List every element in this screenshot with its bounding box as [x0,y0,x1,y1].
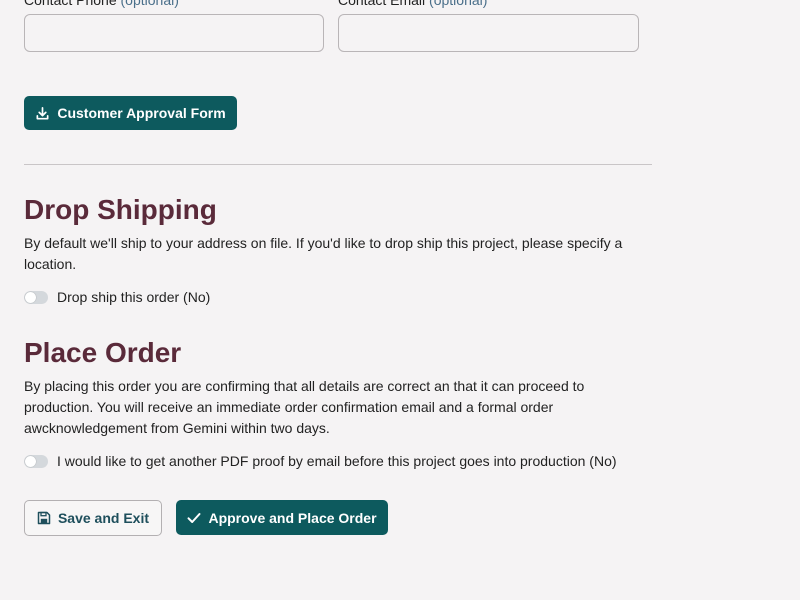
place-order-heading: Place Order [24,337,182,368]
optional-tag: (optional) [120,0,179,8]
drop-ship-toggle-label: Drop ship this order (No) [57,289,211,305]
contact-phone-label: Contact Phone (optional) [24,0,179,8]
toggle-knob [25,291,36,303]
order-review-page: Contact Phone (optional) Contact Email (… [0,0,800,600]
download-icon [35,106,50,121]
contact-email-input[interactable] [338,14,639,52]
approve-and-place-order-label: Approve and Place Order [208,509,377,526]
contact-phone-label-text: Contact Phone [24,0,117,8]
save-and-exit-button[interactable]: Save and Exit [24,500,162,536]
drop-ship-toggle[interactable] [24,290,48,304]
drop-shipping-heading: Drop Shipping [24,194,217,225]
floppy-disk-icon [37,511,51,525]
toggle-knob [25,455,36,467]
save-and-exit-label: Save and Exit [57,510,150,526]
customer-approval-form-label: Customer Approval Form [57,105,226,121]
place-order-description: By placing this order you are confirming… [24,378,585,436]
contact-phone-input[interactable] [24,14,324,52]
optional-tag: (optional) [429,0,488,8]
customer-approval-form-button[interactable]: Customer Approval Form [24,96,237,130]
contact-email-label: Contact Email (optional) [338,0,487,8]
approve-and-place-order-button[interactable]: Approve and Place Order [176,500,388,535]
pdf-proof-toggle-label: I would like to get another PDF proof by… [57,453,617,469]
pdf-proof-toggle[interactable] [24,454,48,468]
checkmark-icon [187,512,201,524]
drop-ship-toggle-row: Drop ship this order (No) [24,289,210,305]
contact-email-label-text: Contact Email [338,0,426,8]
pdf-proof-toggle-row: I would like to get another PDF proof by… [24,453,617,469]
section-divider [24,164,652,165]
drop-shipping-description: By default we'll ship to your address on… [24,235,623,272]
